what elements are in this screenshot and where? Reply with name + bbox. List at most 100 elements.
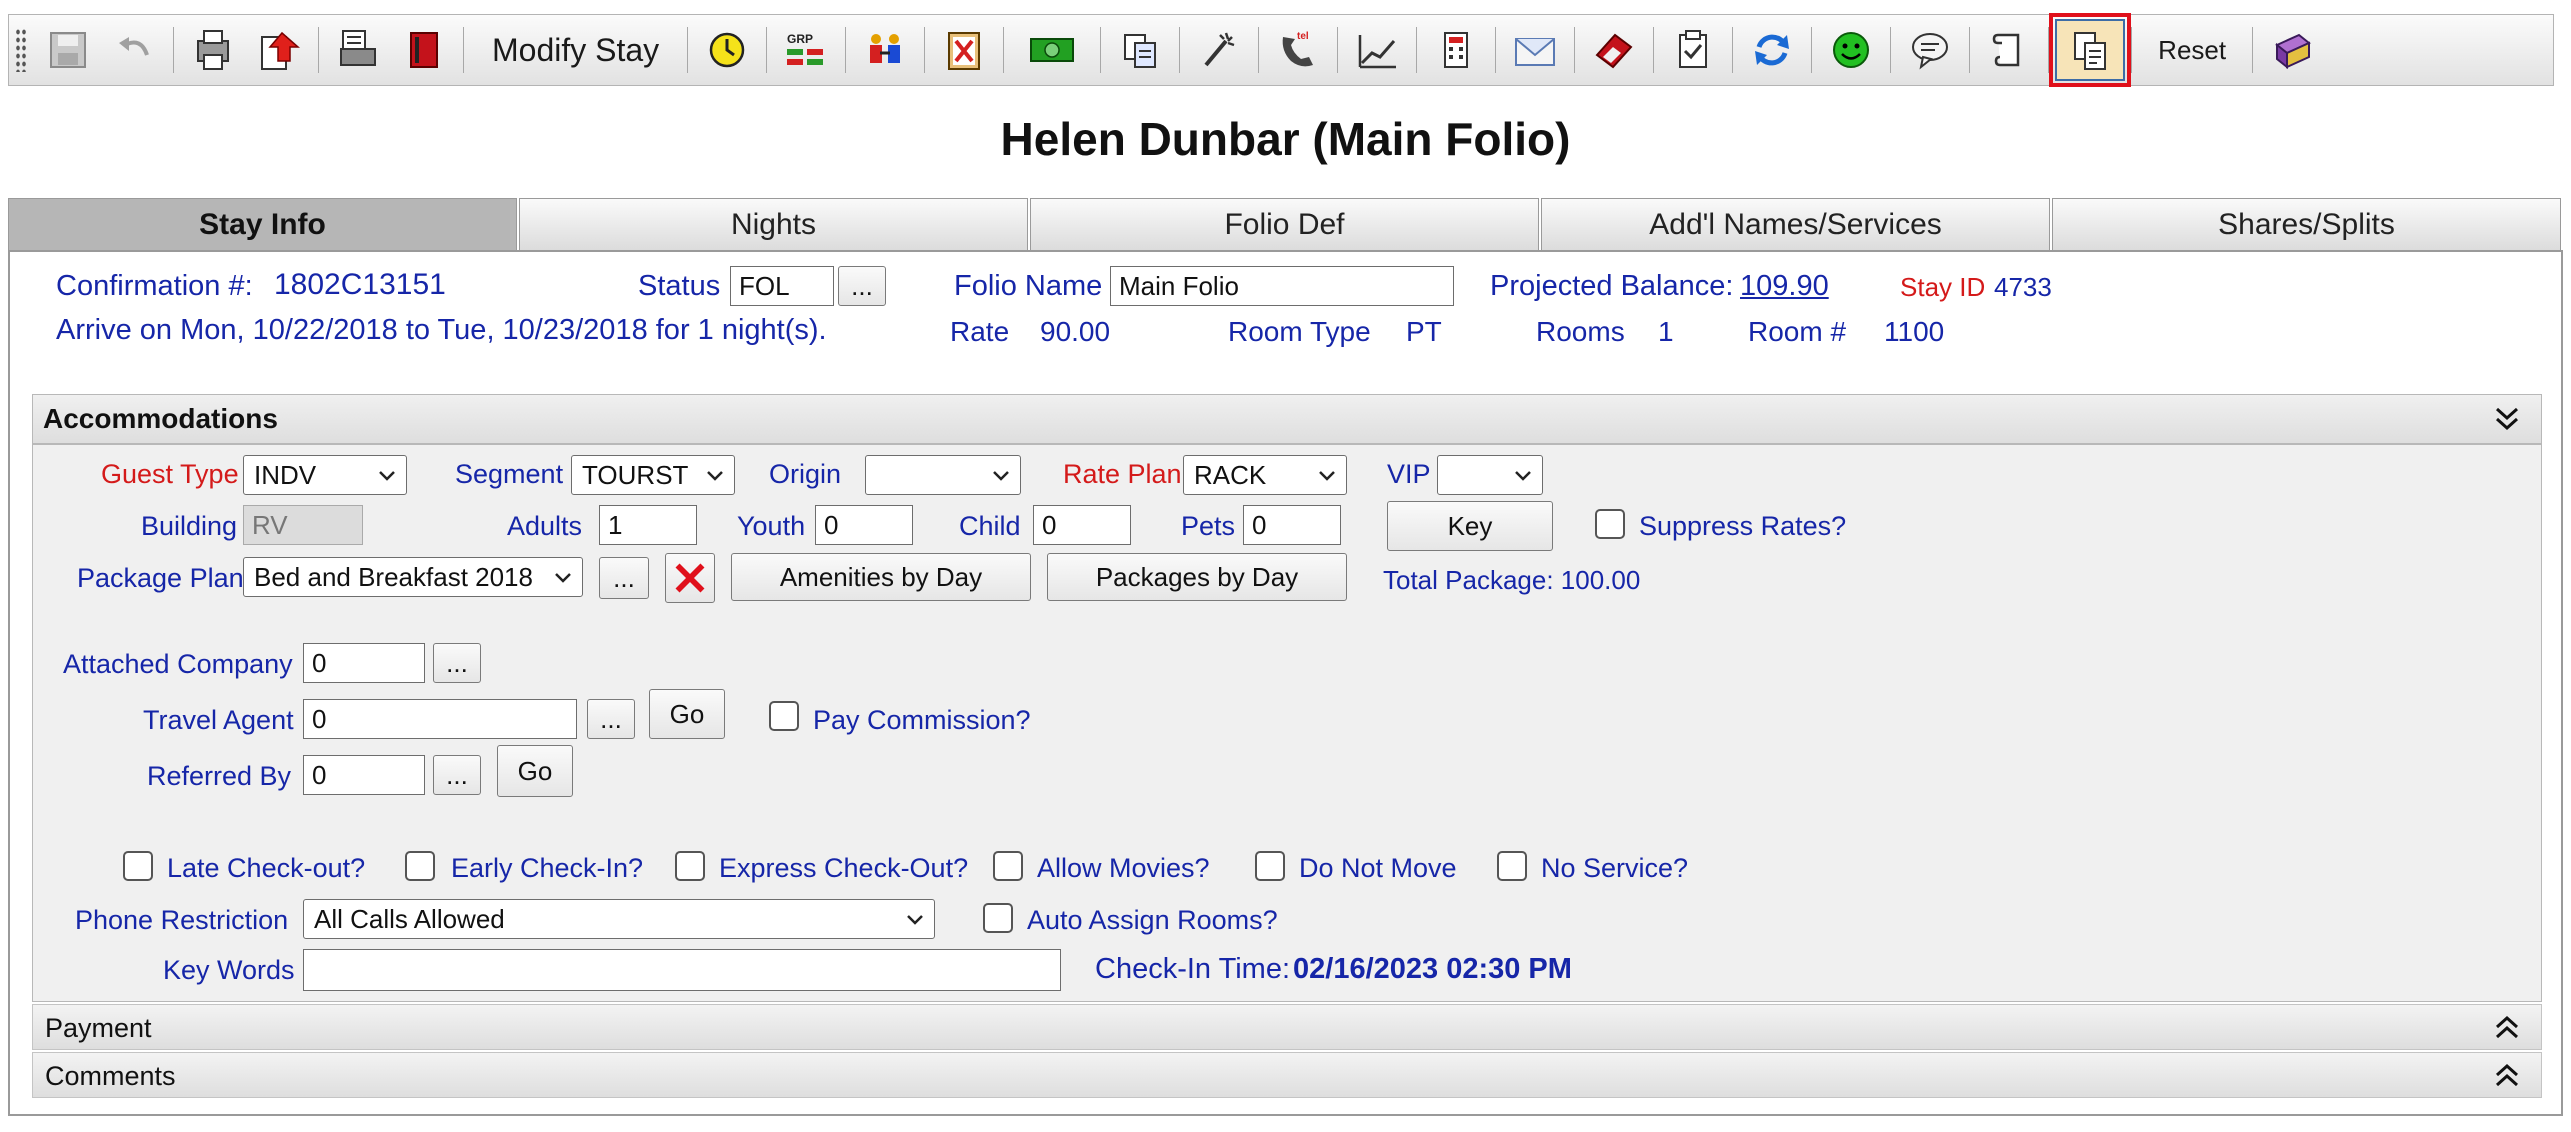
folio-history-icon — [2074, 32, 2107, 70]
copy-button[interactable] — [1107, 19, 1173, 81]
status-lookup-button[interactable]: ... — [838, 266, 886, 306]
rate-plan-value: RACK — [1194, 460, 1267, 490]
adults-label: Adults — [507, 511, 583, 541]
packages-by-day-button[interactable]: Packages by Day — [1047, 553, 1347, 601]
smiley-button[interactable] — [1818, 19, 1884, 81]
stay-id-value: 4733 — [1994, 272, 2052, 302]
pets-field[interactable]: 0 — [1243, 505, 1341, 545]
adults-field[interactable]: 1 — [599, 505, 697, 545]
guest-type-select[interactable]: INDV — [243, 455, 407, 495]
key-words-field[interactable] — [303, 949, 1061, 991]
allow-movies-checkbox[interactable] — [993, 851, 1023, 881]
origin-select[interactable] — [865, 455, 1021, 495]
payment-header[interactable]: Payment — [32, 1004, 2542, 1050]
travel-agent-field[interactable]: 0 — [303, 699, 577, 739]
auto-assign-rooms-checkbox[interactable] — [983, 903, 1013, 933]
reset-button[interactable]: Reset — [2138, 19, 2246, 81]
page-title: Helen Dunbar (Main Folio) — [1000, 113, 1571, 165]
vip-select[interactable] — [1437, 455, 1543, 495]
checklist-button[interactable] — [1660, 19, 1726, 81]
referred-by-go-button[interactable]: Go — [497, 745, 573, 797]
package-plan-lookup-button[interactable]: ... — [599, 557, 649, 599]
referred-by-lookup-button[interactable]: ... — [433, 755, 481, 795]
modify-stay-button[interactable]: Modify Stay — [470, 19, 681, 81]
rooms-label: Rooms — [1536, 316, 1625, 347]
stay-info-panel: Confirmation #: 1802C13151 Status FOL ..… — [8, 250, 2563, 1116]
key-button[interactable]: Key — [1387, 501, 1553, 551]
child-field[interactable]: 0 — [1033, 505, 1131, 545]
purple-book-button[interactable] — [2259, 19, 2325, 81]
youth-field[interactable]: 0 — [815, 505, 913, 545]
segment-value: TOURST — [582, 460, 689, 490]
attached-company-lookup-button[interactable]: ... — [433, 643, 481, 683]
chevron-down-icon — [1319, 471, 1335, 481]
toolbar-separator — [2252, 27, 2254, 73]
eraser-button[interactable] — [1581, 19, 1647, 81]
phone-restriction-select[interactable]: All Calls Allowed — [303, 899, 935, 939]
tab-folio-def[interactable]: Folio Def — [1030, 198, 1539, 250]
graph-button[interactable] — [1344, 19, 1410, 81]
book-button[interactable] — [391, 19, 457, 81]
folio-name-field[interactable]: Main Folio — [1110, 266, 1454, 306]
rate-plan-select[interactable]: RACK — [1183, 455, 1347, 495]
save-button[interactable] — [35, 19, 101, 81]
chevron-double-up-icon[interactable] — [2491, 1059, 2523, 1091]
room-number-label: Room # — [1748, 316, 1847, 347]
accommodations-body: Guest Type INDV Segment TOURST Origin Ra… — [32, 444, 2542, 1002]
travel-agent-lookup-button[interactable]: ... — [587, 699, 635, 739]
referred-by-field[interactable]: 0 — [303, 755, 425, 795]
telephone-button[interactable]: tel — [1265, 19, 1331, 81]
toolbar-separator — [1811, 27, 1813, 73]
segment-select[interactable]: TOURST — [571, 455, 735, 495]
chevron-double-down-icon[interactable] — [2491, 403, 2523, 435]
folio-history-button[interactable] — [2049, 13, 2132, 87]
tab-stay-info[interactable]: Stay Info — [8, 198, 517, 250]
refresh-button[interactable] — [1739, 19, 1805, 81]
toolbar-separator — [1653, 27, 1655, 73]
print-folio-button[interactable] — [180, 19, 246, 81]
scroll-button[interactable] — [1976, 19, 2042, 81]
chevron-double-up-icon[interactable] — [2491, 1011, 2523, 1043]
no-service-checkbox[interactable] — [1497, 851, 1527, 881]
toolbar-grip[interactable] — [15, 28, 27, 72]
amenities-by-day-button[interactable]: Amenities by Day — [731, 553, 1031, 601]
attached-company-field[interactable]: 0 — [303, 643, 425, 683]
clock-button[interactable] — [694, 19, 760, 81]
late-checkout-checkbox[interactable] — [123, 851, 153, 881]
projected-balance-link[interactable]: 109.90 — [1740, 270, 1829, 303]
undo-button[interactable] — [101, 19, 167, 81]
accommodations-header[interactable]: Accommodations — [32, 394, 2542, 444]
people-button[interactable] — [852, 19, 918, 81]
status-field[interactable]: FOL — [730, 266, 834, 306]
early-checkin-checkbox[interactable] — [405, 851, 435, 881]
room-number-value: 1100 — [1884, 316, 1945, 347]
pay-commission-checkbox[interactable] — [769, 701, 799, 731]
comments-header[interactable]: Comments — [32, 1052, 2542, 1098]
tab-nights[interactable]: Nights — [519, 198, 1028, 250]
toolbar-separator — [924, 27, 926, 73]
tab-bar: Stay Info Nights Folio Def Add'l Names/S… — [8, 198, 2563, 250]
post-charge-button[interactable] — [246, 19, 312, 81]
remove-package-button[interactable] — [665, 553, 715, 603]
messages-button[interactable] — [1897, 19, 1963, 81]
payment-money-button[interactable] — [1010, 19, 1094, 81]
grp-button[interactable]: GRP — [773, 19, 839, 81]
key-wand-button[interactable] — [1186, 19, 1252, 81]
toolbar-separator — [1337, 27, 1339, 73]
print-registration-button[interactable] — [325, 19, 391, 81]
do-not-move-checkbox[interactable] — [1255, 851, 1285, 881]
phone-restriction-value: All Calls Allowed — [314, 904, 505, 934]
tab-addl-names-services[interactable]: Add'l Names/Services — [1541, 198, 2050, 250]
calculator-button[interactable] — [1423, 19, 1489, 81]
package-plan-select[interactable]: Bed and Breakfast 2018 — [243, 557, 583, 597]
copy-icon — [1124, 34, 1157, 68]
suppress-rates-checkbox[interactable] — [1595, 509, 1625, 539]
express-checkout-checkbox[interactable] — [675, 851, 705, 881]
arrival-summary: Arrive on Mon, 10/22/2018 to Tue, 10/23/… — [56, 314, 827, 346]
tab-shares-splits[interactable]: Shares/Splits — [2052, 198, 2561, 250]
cancel-reservation-button[interactable] — [931, 19, 997, 81]
email-button[interactable] — [1502, 19, 1568, 81]
rate-plan-label: Rate Plan — [1063, 459, 1182, 489]
early-checkin-label: Early Check-In? — [451, 853, 644, 883]
travel-agent-go-button[interactable]: Go — [649, 689, 725, 739]
